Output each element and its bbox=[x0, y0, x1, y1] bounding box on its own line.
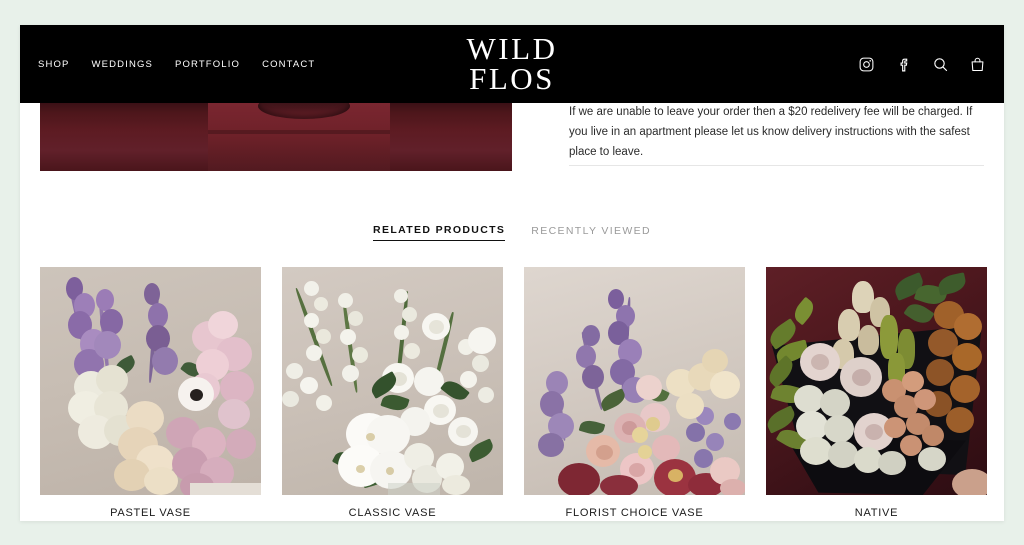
facebook-icon[interactable] bbox=[895, 56, 912, 73]
related-products-tabs: RELATED PRODUCTS RECENTLY VIEWED bbox=[20, 219, 1004, 241]
product-title: PASTEL VASE bbox=[110, 507, 191, 519]
site-header: SHOP WEDDINGS PORTFOLIO CONTACT WILD FLO… bbox=[20, 25, 1004, 103]
product-info: PASTEL VASE From $170.00 bbox=[40, 495, 261, 521]
product-title: FLORIST CHOICE VASE bbox=[565, 507, 704, 519]
product-image-classic-vase[interactable] bbox=[282, 267, 503, 495]
product-image-native[interactable] bbox=[766, 267, 987, 495]
product-image-florist-choice-vase[interactable] bbox=[524, 267, 745, 495]
delivery-notice: If we are unable to leave your order the… bbox=[569, 103, 984, 162]
header-icon-group bbox=[858, 56, 986, 73]
product-card[interactable]: PASTEL VASE From $170.00 bbox=[40, 267, 261, 521]
product-title: CLASSIC VASE bbox=[348, 507, 437, 519]
search-icon[interactable] bbox=[932, 56, 949, 73]
shopping-bag-icon[interactable] bbox=[969, 56, 986, 73]
product-card[interactable]: CLASSIC VASE From $170.00 bbox=[282, 267, 503, 521]
nav-weddings[interactable]: WEDDINGS bbox=[92, 59, 153, 70]
tab-related-products[interactable]: RELATED PRODUCTS bbox=[373, 224, 506, 241]
product-info: FLORIST CHOICE VASE From $170.00 bbox=[524, 495, 745, 521]
nav-shop[interactable]: SHOP bbox=[38, 59, 70, 70]
primary-navigation: SHOP WEDDINGS PORTFOLIO CONTACT bbox=[38, 59, 315, 70]
product-card[interactable]: FLORIST CHOICE VASE From $170.00 bbox=[524, 267, 745, 521]
product-card[interactable]: NATIVE From $150.00 bbox=[766, 267, 987, 521]
product-detail-section: If we are unable to leave your order the… bbox=[20, 103, 1004, 185]
product-image-pastel-vase[interactable] bbox=[40, 267, 261, 495]
product-info: CLASSIC VASE From $170.00 bbox=[282, 495, 503, 521]
browser-window: SHOP WEDDINGS PORTFOLIO CONTACT WILD FLO… bbox=[20, 25, 1004, 521]
product-hero-image[interactable] bbox=[40, 103, 512, 171]
tab-recently-viewed[interactable]: RECENTLY VIEWED bbox=[531, 225, 651, 241]
section-divider bbox=[569, 165, 984, 166]
product-title: NATIVE bbox=[854, 507, 899, 519]
nav-portfolio[interactable]: PORTFOLIO bbox=[175, 59, 240, 70]
nav-contact[interactable]: CONTACT bbox=[262, 59, 315, 70]
product-grid: PASTEL VASE From $170.00 bbox=[20, 267, 1004, 521]
product-info: NATIVE From $150.00 bbox=[766, 495, 987, 521]
delivery-notice-text: If we are unable to leave your order the… bbox=[569, 106, 973, 158]
instagram-icon[interactable] bbox=[858, 56, 875, 73]
